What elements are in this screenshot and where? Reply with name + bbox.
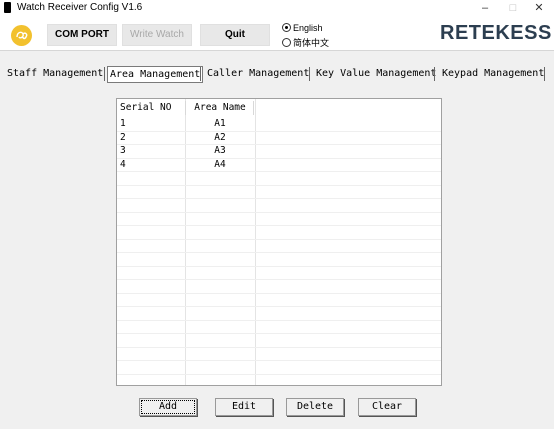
title-bar: Watch Receiver Config V1.6 – □ ✕ <box>0 0 554 16</box>
area-name-cell: A4 <box>214 158 226 170</box>
row-gridline <box>117 346 441 348</box>
tab-separator <box>200 67 201 81</box>
tab-staff-management[interactable]: Staff Management <box>5 66 105 81</box>
row-gridline <box>117 319 441 321</box>
serial-cell: 1 <box>120 118 126 129</box>
tab-bar: Staff Management Area Management Caller … <box>0 66 554 83</box>
maximize-button[interactable]: □ <box>500 0 526 16</box>
row-gridline <box>117 184 441 186</box>
close-button[interactable]: ✕ <box>526 0 552 16</box>
language-option-chinese[interactable]: 简体中文 <box>282 36 329 49</box>
row-gridline <box>117 225 441 226</box>
serial-cell: 4 <box>120 158 126 170</box>
row-gridline <box>117 306 441 307</box>
row-gridline <box>117 265 441 267</box>
tab-area-management[interactable]: Area Management <box>107 66 204 83</box>
tab-caller-management[interactable]: Caller Management <box>205 66 311 81</box>
app-logo-icon <box>11 25 32 46</box>
radio-unselected-icon <box>282 38 291 47</box>
serial-cell: 3 <box>120 145 126 156</box>
column-header-serial[interactable]: Serial NO <box>119 101 186 115</box>
edit-button[interactable]: Edit <box>215 398 273 416</box>
row-gridline <box>117 373 441 375</box>
row-gridline <box>117 279 441 280</box>
row-gridline <box>117 211 441 213</box>
row-gridline <box>117 198 441 199</box>
area-name-cell: A1 <box>214 118 226 129</box>
radio-selected-icon <box>282 23 291 32</box>
tab-key-value-management[interactable]: Key Value Management <box>314 66 438 81</box>
serial-cell: 2 <box>120 131 126 143</box>
row-gridline <box>117 333 441 334</box>
language-label-english: English <box>293 23 323 33</box>
toolbar: COM PORT Write Watch Quit English 简体中文 R… <box>0 16 554 51</box>
row-gridline <box>117 157 441 159</box>
quit-button[interactable]: Quit <box>200 24 270 46</box>
delete-button[interactable]: Delete <box>286 398 344 416</box>
row-gridline <box>117 252 441 253</box>
write-watch-button[interactable]: Write Watch <box>122 24 192 46</box>
row-gridline <box>117 144 441 145</box>
row-gridline <box>117 360 441 361</box>
add-button[interactable]: Add <box>139 398 197 416</box>
column-divider <box>255 99 256 385</box>
column-header-area-name[interactable]: Area Name <box>187 101 254 115</box>
com-port-button[interactable]: COM PORT <box>47 24 117 46</box>
row-gridline <box>117 292 441 294</box>
tab-keypad-management[interactable]: Keypad Management <box>440 66 546 81</box>
window-title: Watch Receiver Config V1.6 <box>17 2 143 13</box>
clear-button[interactable]: Clear <box>358 398 416 416</box>
area-name-cell: A2 <box>214 131 226 143</box>
row-gridline <box>117 387 441 388</box>
tab-separator <box>104 67 105 81</box>
row-gridline <box>117 171 441 172</box>
app-icon <box>4 2 11 13</box>
language-option-english[interactable]: English <box>282 23 323 33</box>
tab-separator <box>309 67 310 81</box>
column-divider <box>185 99 186 385</box>
tab-separator <box>544 67 545 81</box>
brand-logo: RETEKESS <box>440 22 552 44</box>
minimize-button[interactable]: – <box>472 0 498 16</box>
row-gridline <box>117 238 441 240</box>
area-name-cell: A3 <box>214 145 226 156</box>
area-list[interactable]: Serial NO Area Name 1 A1 2 A2 3 A3 4 A4 <box>116 98 442 388</box>
tab-separator <box>434 67 435 81</box>
language-label-chinese: 简体中文 <box>293 38 330 48</box>
row-gridline <box>117 130 441 132</box>
